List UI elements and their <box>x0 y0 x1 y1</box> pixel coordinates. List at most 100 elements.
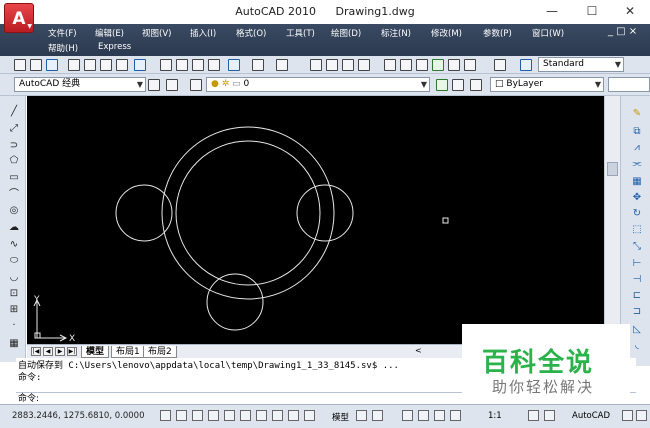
plot-icon[interactable] <box>100 59 112 71</box>
ellipse-arc-icon[interactable]: ◡ <box>8 272 20 284</box>
properties-icon[interactable] <box>384 59 396 71</box>
construction-line-icon[interactable]: ⤢ <box>8 123 20 135</box>
menu-edit[interactable]: 编辑(E) <box>95 27 124 39</box>
maximize-button[interactable]: ☐ <box>572 0 612 24</box>
polyline-icon[interactable]: ⊃ <box>8 140 20 152</box>
spline-icon[interactable]: ∿ <box>8 239 20 251</box>
sheet-set-icon[interactable] <box>432 59 444 71</box>
layer-state-icon[interactable] <box>470 79 482 91</box>
text-style-icon[interactable] <box>520 59 532 71</box>
layer-previous-icon[interactable] <box>452 79 464 91</box>
revision-cloud-icon[interactable]: ☁ <box>8 222 20 234</box>
menu-insert[interactable]: 插入(I) <box>190 27 216 39</box>
tab-layout1[interactable]: 布局1 <box>111 346 145 358</box>
dynamic-input-icon[interactable] <box>288 410 299 421</box>
clean-screen-icon[interactable] <box>636 410 647 421</box>
extend-icon[interactable]: ⊣ <box>631 274 643 286</box>
circle-icon[interactable]: ◎ <box>8 205 20 217</box>
rotate-icon[interactable]: ↻ <box>631 208 643 220</box>
scale-icon[interactable]: ⬚ <box>631 224 643 236</box>
inner-ring-circle[interactable] <box>175 140 321 286</box>
join-icon[interactable]: ⊐ <box>631 306 643 318</box>
annotation-visibility-icon[interactable] <box>528 410 539 421</box>
prev-tab-button[interactable]: ◀ <box>43 347 53 356</box>
menu-view[interactable]: 视图(V) <box>142 27 171 39</box>
auto-scale-icon[interactable] <box>544 410 555 421</box>
zoom-window-icon[interactable] <box>342 59 354 71</box>
menu-window[interactable]: 窗口(W) <box>532 27 564 39</box>
vertical-scrollbar[interactable] <box>604 96 620 344</box>
undo-icon[interactable] <box>252 59 264 71</box>
scroll-left-icon[interactable]: < <box>415 346 422 355</box>
coordinate-readout[interactable]: 2883.2446, 1275.6810, 0.0000 <box>12 411 144 421</box>
line-icon[interactable]: ╱ <box>8 106 20 118</box>
pan-icon[interactable] <box>310 59 322 71</box>
erase-icon[interactable]: ✎ <box>631 108 643 120</box>
pan-status-icon[interactable] <box>402 410 413 421</box>
menu-file[interactable]: 文件(F) <box>48 27 77 39</box>
fillet-icon[interactable]: ◟ <box>631 340 643 352</box>
quick-view-layouts-icon[interactable] <box>356 410 367 421</box>
rectangle-icon[interactable]: ▭ <box>8 172 20 184</box>
mdi-window-controls[interactable]: _ □ × <box>608 26 637 37</box>
workspace-select[interactable]: AutoCAD 经典 ▼ <box>14 77 146 92</box>
bottom-circle[interactable] <box>206 273 264 331</box>
application-menu-button[interactable]: A ▼ <box>4 3 34 33</box>
3d-dwf-icon[interactable] <box>134 59 146 71</box>
grid-display-icon[interactable] <box>192 410 203 421</box>
scrollbar-thumb[interactable] <box>607 162 618 176</box>
annotation-scale[interactable]: 1:1 <box>488 411 502 421</box>
quick-view-drawings-icon[interactable] <box>372 410 383 421</box>
next-tab-button[interactable]: ▶ <box>55 347 65 356</box>
showmotion-icon[interactable] <box>450 410 461 421</box>
zoom-status-icon[interactable] <box>418 410 429 421</box>
object-snap-tracking-icon[interactable] <box>256 410 267 421</box>
text-style-select[interactable]: Standard ▼ <box>538 57 624 72</box>
menu-tools[interactable]: 工具(T) <box>286 27 315 39</box>
tab-layout2[interactable]: 布局2 <box>143 346 177 358</box>
quickcalc-icon[interactable] <box>464 59 476 71</box>
make-object-layer-current-icon[interactable] <box>436 79 448 91</box>
layer-manager-icon[interactable] <box>190 79 202 91</box>
infer-constraints-icon[interactable] <box>160 410 171 421</box>
paste-icon[interactable] <box>192 59 204 71</box>
menu-help[interactable]: 帮助(H) <box>48 42 78 54</box>
menu-parametric[interactable]: 参数(P) <box>483 27 512 39</box>
copy-object-icon[interactable]: ⧉ <box>631 126 643 138</box>
lineweight-icon[interactable] <box>304 410 315 421</box>
color-select[interactable]: □ ByLayer ▼ <box>490 77 604 92</box>
mirror-icon[interactable]: ⩘ <box>631 142 643 154</box>
menu-format[interactable]: 格式(O) <box>236 27 266 39</box>
move-icon[interactable]: ✥ <box>631 192 643 204</box>
first-tab-button[interactable]: |◀ <box>31 347 41 356</box>
new-file-icon[interactable] <box>14 59 26 71</box>
open-file-icon[interactable] <box>30 59 42 71</box>
minimize-button[interactable]: — <box>532 0 572 24</box>
workspace-settings-icon[interactable] <box>148 79 160 91</box>
insert-block-icon[interactable]: ⊡ <box>8 288 20 300</box>
offset-icon[interactable]: ⫘ <box>631 158 643 170</box>
tab-model[interactable]: 模型 <box>81 346 110 358</box>
snap-mode-icon[interactable] <box>176 410 187 421</box>
print-icon[interactable] <box>68 59 80 71</box>
steeringwheel-icon[interactable] <box>434 410 445 421</box>
object-snap-icon[interactable] <box>240 410 251 421</box>
help-icon[interactable] <box>494 59 506 71</box>
linetype-select[interactable] <box>608 77 650 92</box>
lock-icon[interactable] <box>622 410 633 421</box>
zoom-previous-icon[interactable] <box>358 59 370 71</box>
layer-select[interactable]: ● ✲ ▭ 0 ▼ <box>206 77 430 92</box>
dynamic-ucs-icon[interactable] <box>272 410 283 421</box>
right-circle[interactable] <box>296 184 354 242</box>
make-block-icon[interactable]: ⊞ <box>8 304 20 316</box>
design-center-icon[interactable] <box>400 59 412 71</box>
ellipse-icon[interactable]: ⬭ <box>8 255 20 267</box>
menu-modify[interactable]: 修改(M) <box>431 27 462 39</box>
close-button[interactable]: ✕ <box>610 0 650 24</box>
match-properties-icon[interactable] <box>208 59 220 71</box>
hatch-icon[interactable]: ▦ <box>8 338 20 350</box>
ortho-mode-icon[interactable] <box>208 410 219 421</box>
polar-tracking-icon[interactable] <box>224 410 235 421</box>
model-space-toggle[interactable]: 模型 <box>332 411 349 423</box>
chamfer-icon[interactable]: ◺ <box>631 324 643 336</box>
